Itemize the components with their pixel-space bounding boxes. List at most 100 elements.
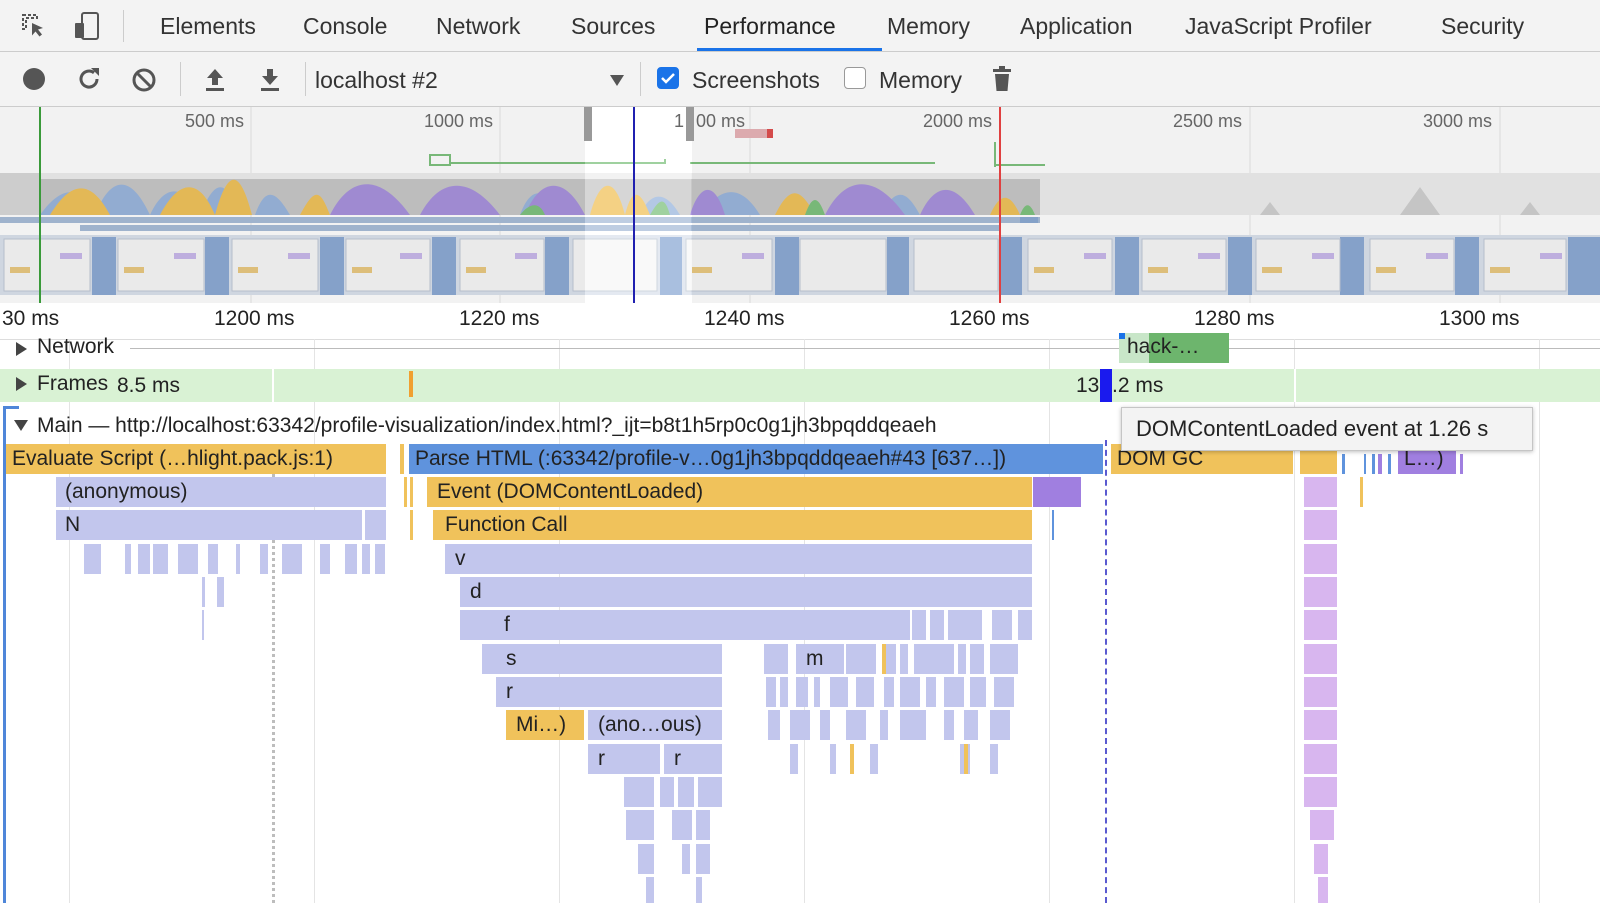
flame-v[interactable]: v [445, 544, 1032, 574]
ruler-label: 30 ms [2, 307, 60, 330]
performance-toolbar: localhost #2 Screenshots Memory [0, 52, 1600, 107]
frames-track[interactable]: Frames 8.5 ms 13 .2 ms [0, 369, 1600, 402]
flame-r-2[interactable]: r [588, 744, 660, 774]
flame-entry[interactable] [1304, 477, 1337, 507]
inspect-element-icon[interactable] [20, 12, 48, 40]
flame-entry[interactable] [1304, 644, 1337, 674]
trash-icon[interactable] [990, 65, 1014, 93]
tab-network[interactable]: Network [436, 0, 520, 52]
tab-application[interactable]: Application [1020, 0, 1133, 52]
network-track-line [130, 348, 1600, 349]
device-toolbar-icon[interactable] [72, 10, 102, 42]
flame-entry[interactable] [410, 477, 413, 507]
reload-icon[interactable] [75, 65, 103, 93]
tab-elements[interactable]: Elements [160, 0, 256, 52]
flame-f[interactable]: f [460, 610, 910, 640]
selected-frame-marker[interactable] [1100, 369, 1112, 402]
flame-entry[interactable] [365, 510, 386, 540]
flame-entry[interactable] [1304, 744, 1337, 774]
timeline-overview[interactable]: 500 ms 1000 ms 1 00 ms 2000 ms 2500 ms 3… [0, 107, 1600, 304]
memory-checkbox[interactable] [844, 67, 866, 89]
frame-duration: 8.5 ms [117, 374, 181, 397]
ruler-label: 1280 ms [1194, 307, 1275, 330]
active-tab-indicator [697, 48, 882, 51]
overview-label: 00 ms [696, 111, 746, 131]
memory-label[interactable]: Memory [879, 67, 962, 94]
tab-separator [123, 10, 124, 42]
flame-evaluate-script[interactable]: Evaluate Script (…hlight.pack.js:1) [6, 444, 386, 474]
record-icon[interactable] [21, 66, 47, 92]
flame-r[interactable]: r [496, 677, 722, 707]
flame-entry[interactable] [1033, 477, 1081, 507]
tab-security[interactable]: Security [1441, 0, 1524, 52]
flame-entry[interactable] [1304, 610, 1337, 640]
overview-label: 1000 ms [424, 111, 494, 131]
download-icon[interactable] [257, 65, 283, 93]
overview-left-handle[interactable] [584, 107, 592, 141]
expand-arrow-icon[interactable] [14, 341, 28, 357]
grid-line [1539, 339, 1540, 903]
grid-line [1049, 339, 1050, 903]
flame-event-domcontentloaded[interactable]: Event (DOMContentLoaded) [427, 477, 1032, 507]
flame-entry[interactable] [1304, 710, 1337, 740]
flame-parse-html[interactable]: Parse HTML (:63342/profile-v…0g1jh3bpqdd… [409, 444, 1103, 474]
frame-duration: 13 [1076, 374, 1100, 397]
overview-label: 3000 ms [1423, 111, 1493, 131]
collapse-arrow-icon[interactable] [13, 418, 29, 432]
flame-entry[interactable] [400, 444, 404, 474]
tab-sources[interactable]: Sources [571, 0, 655, 52]
flame-mi[interactable]: Mi…) [506, 710, 584, 740]
tab-performance[interactable]: Performance [704, 0, 836, 52]
flame-s[interactable]: s [482, 644, 722, 674]
tab-memory[interactable]: Memory [887, 0, 970, 52]
overview-right-handle[interactable] [686, 107, 694, 141]
main-track-bracket-top [3, 406, 19, 409]
overview-graph [0, 107, 1600, 303]
network-track-label: Network [37, 335, 115, 358]
flame-function-call[interactable]: Function Call [433, 510, 1032, 540]
devtools-tab-bar: Elements Console Network Sources Perform… [0, 0, 1600, 52]
frame-boundary [272, 369, 274, 402]
overview-label: 1 [674, 111, 685, 131]
overview-label: 500 ms [185, 111, 245, 131]
upload-icon[interactable] [202, 65, 228, 93]
flame-m[interactable]: m [796, 644, 844, 674]
network-request-bar[interactable]: hack-… [1119, 333, 1229, 363]
profile-select[interactable]: localhost #2 [312, 60, 632, 100]
flame-d[interactable]: d [460, 577, 1032, 607]
ruler-label: 1200 ms [214, 307, 295, 330]
network-track[interactable]: Network hack-… [0, 333, 1600, 367]
network-request-marker [1119, 333, 1125, 339]
flame-entry[interactable] [404, 477, 407, 507]
main-track-label: Main — http://localhost:63342/profile-vi… [37, 414, 937, 437]
flame-entry[interactable] [410, 510, 413, 540]
flame-n[interactable]: N [56, 510, 362, 540]
frame-duration: .2 ms [1112, 374, 1164, 397]
ruler-label: 1220 ms [459, 307, 540, 330]
expand-arrow-icon[interactable] [14, 376, 28, 392]
frame-boundary [1294, 369, 1296, 402]
clear-icon[interactable] [130, 66, 158, 94]
network-request-label: hack-… [1127, 335, 1200, 358]
toolbar-separator [305, 62, 306, 96]
ruler-label: 1300 ms [1439, 307, 1520, 330]
flame-entry[interactable] [1304, 677, 1337, 707]
dropdown-arrow-icon [609, 73, 625, 87]
ruler-label: 1260 ms [949, 307, 1030, 330]
frames-track-label: Frames [37, 372, 109, 395]
flame-entry[interactable] [1304, 510, 1337, 540]
screenshots-label[interactable]: Screenshots [692, 67, 820, 94]
overview-label: 2000 ms [923, 111, 993, 131]
dcl-tooltip: DOMContentLoaded event at 1.26 s [1121, 407, 1533, 451]
flame-r-3[interactable]: r [664, 744, 722, 774]
flame-entry[interactable] [1304, 577, 1337, 607]
frame-marker [409, 371, 413, 397]
tab-console[interactable]: Console [303, 0, 387, 52]
tab-javascript-profiler[interactable]: JavaScript Profiler [1185, 0, 1372, 52]
flame-anonymous-2[interactable]: (ano…ous) [588, 710, 722, 740]
toolbar-separator [640, 62, 641, 96]
main-track-bracket [3, 406, 6, 903]
screenshots-checkbox[interactable] [657, 67, 679, 89]
flame-anonymous[interactable]: (anonymous) [56, 477, 386, 507]
flame-entry[interactable] [1304, 544, 1337, 574]
